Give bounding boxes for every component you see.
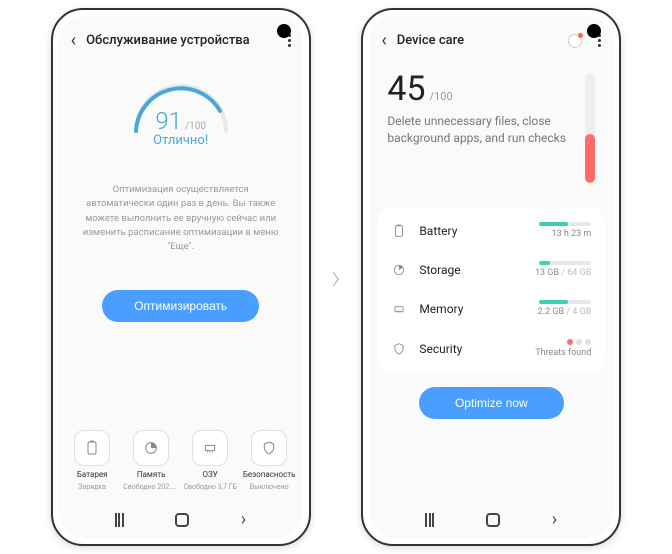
storage-bar xyxy=(539,261,591,265)
row-value: 2.2 GB / 4 GB xyxy=(538,307,592,317)
nav-bar: ‹ xyxy=(59,499,303,538)
category-label: Батарея xyxy=(77,470,108,479)
category-label: Безопасность xyxy=(243,470,296,479)
category-security[interactable]: Безопасность Выключено xyxy=(241,430,297,491)
nav-back-icon[interactable]: ‹ xyxy=(241,509,246,530)
category-sub: Зарядка xyxy=(78,483,106,491)
nav-recent-icon[interactable] xyxy=(115,513,124,527)
nav-bar: ‹ xyxy=(369,499,613,538)
nav-home-icon[interactable] xyxy=(486,513,500,527)
nav-recent-icon[interactable] xyxy=(425,513,434,527)
category-sub: Свободно 202.4 ГБ xyxy=(123,483,179,491)
category-storage[interactable]: Память Свободно 202.4 ГБ xyxy=(123,430,179,491)
optimize-button[interactable]: Оптимизировать xyxy=(102,290,259,322)
category-row: Батарея Зарядка Память Свободно 202.4 ГБ… xyxy=(59,420,303,495)
row-value: Threats found xyxy=(535,348,591,358)
back-icon[interactable]: ‹ xyxy=(381,30,386,51)
row-label: Security xyxy=(419,342,523,356)
memory-bar xyxy=(539,300,591,304)
phone-right: ‹ Device care 45 /100 Delete unnecessary… xyxy=(361,8,621,546)
category-label: Память xyxy=(137,470,166,479)
score-label: Отлично! xyxy=(121,133,241,148)
memory-icon xyxy=(202,440,218,456)
battery-icon xyxy=(392,224,406,238)
row-label: Memory xyxy=(419,302,525,316)
shield-icon xyxy=(392,342,406,356)
memory-icon xyxy=(392,302,406,316)
storage-icon xyxy=(392,263,406,277)
back-icon[interactable]: ‹ xyxy=(71,30,76,51)
score-max: /100 xyxy=(185,121,206,132)
row-label: Battery xyxy=(419,224,527,238)
score-bar xyxy=(585,73,595,183)
header: ‹ Device care xyxy=(369,16,613,61)
score-value: 45 xyxy=(387,69,425,109)
score-bar-fill xyxy=(585,134,595,184)
category-battery[interactable]: Батарея Зарядка xyxy=(64,430,120,491)
camera-cutout xyxy=(277,24,291,38)
header: ‹ Обслуживание устройства xyxy=(59,16,303,61)
row-security[interactable]: Security Threats found xyxy=(391,328,591,369)
resource-list: Battery 13 h 23 m Storage 13 GB / 64 GB … xyxy=(377,207,605,373)
battery-icon xyxy=(84,440,100,456)
optimize-button[interactable]: Optimize now xyxy=(419,387,564,419)
row-storage[interactable]: Storage 13 GB / 64 GB xyxy=(391,250,591,289)
score-max: /100 xyxy=(430,90,453,103)
page-title: Device care xyxy=(397,33,559,48)
security-dots xyxy=(567,339,591,345)
row-value: 13 GB / 64 GB xyxy=(535,268,591,278)
category-sub: Свободно 3,7 ГБ xyxy=(183,483,236,491)
tip-icon[interactable] xyxy=(568,34,582,48)
shield-icon xyxy=(261,440,277,456)
storage-icon xyxy=(143,440,159,456)
nav-home-icon[interactable] xyxy=(175,513,189,527)
battery-bar xyxy=(539,222,591,226)
description-text: Delete unnecessary files, close backgrou… xyxy=(387,113,573,147)
arrow-icon: › xyxy=(331,256,342,298)
description-text: Оптимизация осуществляется автоматически… xyxy=(59,159,303,266)
phone-left: ‹ Обслуживание устройства 91 /100 Отличн… xyxy=(51,8,311,546)
score-gauge: 91 /100 Отлично! xyxy=(59,61,303,159)
page-title: Обслуживание устройства xyxy=(86,33,278,48)
category-memory[interactable]: ОЗУ Свободно 3,7 ГБ xyxy=(182,430,238,491)
category-label: ОЗУ xyxy=(203,470,218,479)
row-memory[interactable]: Memory 2.2 GB / 4 GB xyxy=(391,289,591,328)
score-value: 91 xyxy=(155,107,182,135)
row-value: 13 h 23 m xyxy=(552,229,592,239)
row-battery[interactable]: Battery 13 h 23 m xyxy=(391,211,591,250)
nav-back-icon[interactable]: ‹ xyxy=(552,509,557,530)
row-label: Storage xyxy=(419,263,523,277)
category-sub: Выключено xyxy=(250,483,289,491)
score-section: 45 /100 Delete unnecessary files, close … xyxy=(369,61,613,183)
